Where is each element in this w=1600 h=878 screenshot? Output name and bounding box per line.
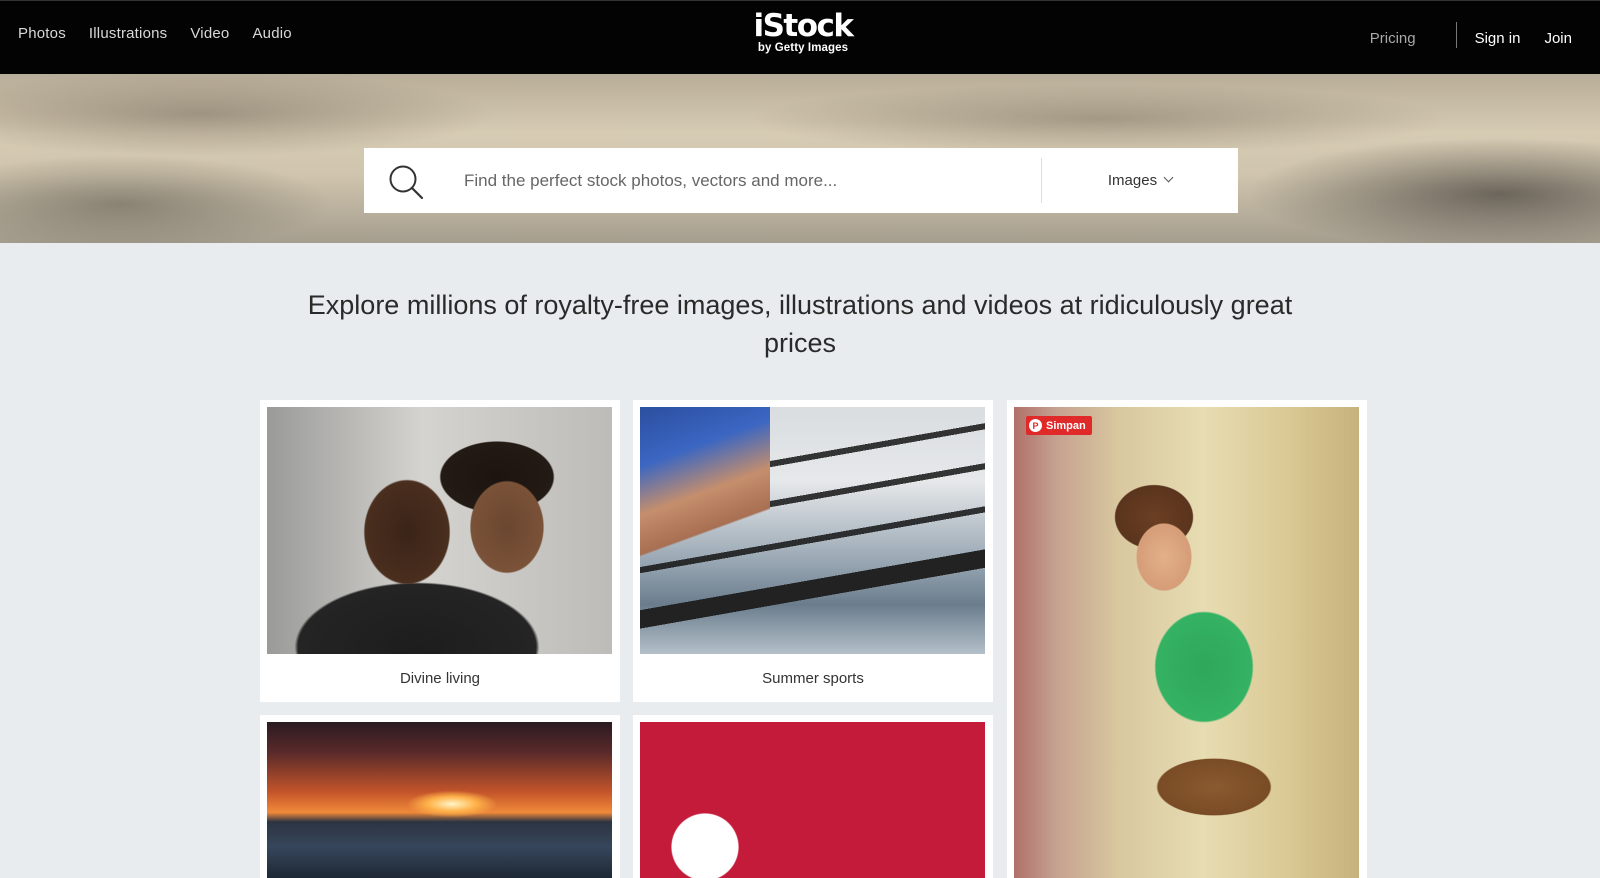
nav-illustrations-link[interactable]: Illustrations xyxy=(89,25,167,42)
nav-video-link[interactable]: Video xyxy=(190,25,229,42)
search-bar: Images xyxy=(364,148,1238,213)
collection-card-summer-sports[interactable]: Summer sports xyxy=(633,400,993,702)
nav-audio-link[interactable]: Audio xyxy=(252,25,291,42)
istock-logo[interactable]: iStock by Getty Images xyxy=(748,9,858,55)
collection-caption[interactable]: Divine living xyxy=(260,670,620,687)
pinterest-icon: P xyxy=(1029,419,1042,432)
collection-image[interactable] xyxy=(267,722,612,878)
search-icon[interactable] xyxy=(388,164,424,200)
page-headline: Explore millions of royalty-free images,… xyxy=(307,290,1293,358)
rowers-figure xyxy=(640,407,770,557)
sign-in-link[interactable]: Sign in xyxy=(1475,30,1521,47)
primary-nav: Photos Illustrations Video Audio xyxy=(18,25,315,42)
collection-caption[interactable]: Summer sports xyxy=(633,670,993,687)
join-link[interactable]: Join xyxy=(1544,30,1572,47)
account-nav: Pricing Sign in Join xyxy=(1370,22,1572,51)
collection-image[interactable] xyxy=(267,407,612,654)
collection-card-sunset[interactable] xyxy=(260,715,620,878)
collection-card-dessert[interactable] xyxy=(633,715,993,878)
pricing-link[interactable]: Pricing xyxy=(1370,30,1416,47)
collection-card-divine-living[interactable]: Divine living xyxy=(260,400,620,702)
collection-image[interactable] xyxy=(640,407,985,654)
top-navigation-bar: Photos Illustrations Video Audio iStock … xyxy=(0,0,1600,74)
save-button-label: Simpan xyxy=(1046,419,1086,432)
logo-tagline: by Getty Images xyxy=(757,42,849,54)
collection-image[interactable] xyxy=(1014,407,1359,878)
media-type-dropdown[interactable]: Images xyxy=(1042,148,1238,213)
collection-image[interactable] xyxy=(640,722,985,878)
search-input[interactable] xyxy=(464,148,1024,213)
media-type-label: Images xyxy=(1107,172,1158,189)
nav-photos-link[interactable]: Photos xyxy=(18,25,66,42)
collection-card-featured[interactable] xyxy=(1007,400,1367,878)
chevron-down-icon xyxy=(1163,172,1174,183)
nav-divider xyxy=(1455,22,1457,48)
logo-wordmark: iStock xyxy=(753,8,854,44)
pinterest-save-button[interactable]: P Simpan xyxy=(1026,416,1092,435)
